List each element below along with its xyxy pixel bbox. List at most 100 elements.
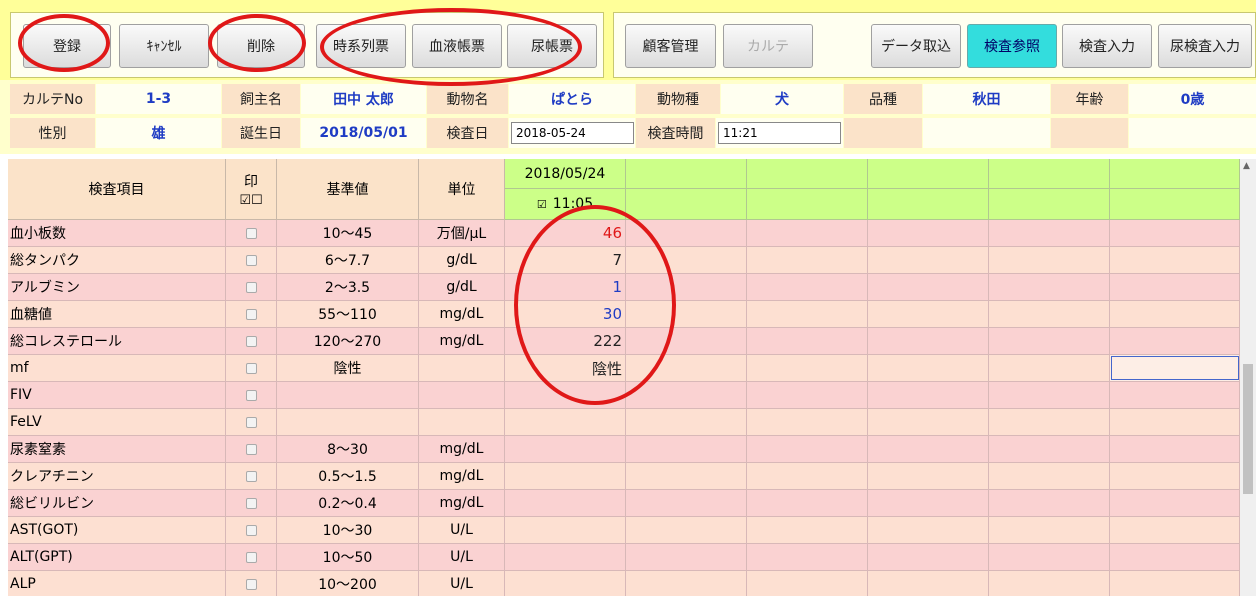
empty-result-cell[interactable]: [626, 355, 747, 381]
empty-result-cell[interactable]: [1110, 544, 1240, 570]
empty-result-cell[interactable]: [1110, 301, 1240, 327]
result-value[interactable]: 7: [505, 247, 626, 273]
empty-result-cell[interactable]: [989, 301, 1110, 327]
empty-result-cell[interactable]: [868, 571, 989, 596]
empty-result-cell[interactable]: [868, 220, 989, 246]
empty-result-cell[interactable]: [626, 409, 747, 435]
print-checkbox[interactable]: [245, 389, 257, 401]
data-import-button[interactable]: データ取込: [871, 24, 961, 68]
urine-report-button[interactable]: 尿帳票: [507, 24, 597, 68]
empty-result-cell[interactable]: [747, 571, 868, 596]
result-value[interactable]: [505, 571, 626, 596]
empty-result-cell[interactable]: [747, 247, 868, 273]
empty-result-cell[interactable]: [626, 301, 747, 327]
empty-result-cell[interactable]: [626, 382, 747, 408]
empty-result-cell[interactable]: [989, 328, 1110, 354]
empty-result-cell[interactable]: [989, 490, 1110, 516]
exam-date-input[interactable]: 2018-05-24: [511, 122, 634, 144]
empty-result-cell[interactable]: [868, 490, 989, 516]
empty-result-cell[interactable]: [989, 274, 1110, 300]
empty-result-cell[interactable]: [626, 436, 747, 462]
cancel-button[interactable]: ｷｬﾝｾﾙ: [119, 24, 209, 68]
result-value[interactable]: [505, 517, 626, 543]
empty-result-cell[interactable]: [1110, 571, 1240, 596]
exam-input-button[interactable]: 検査入力: [1062, 24, 1152, 68]
empty-result-cell[interactable]: [626, 328, 747, 354]
empty-result-cell[interactable]: [1110, 220, 1240, 246]
empty-result-cell[interactable]: [1110, 355, 1240, 381]
empty-result-cell[interactable]: [747, 301, 868, 327]
result-value[interactable]: 陰性: [505, 355, 626, 381]
register-button[interactable]: 登録: [23, 24, 111, 68]
result-value[interactable]: 1: [505, 274, 626, 300]
karte-button[interactable]: カルテ: [723, 24, 813, 68]
empty-result-cell[interactable]: [868, 409, 989, 435]
result-value[interactable]: [505, 490, 626, 516]
empty-result-cell[interactable]: [989, 544, 1110, 570]
empty-result-cell[interactable]: [747, 409, 868, 435]
empty-result-cell[interactable]: [747, 382, 868, 408]
empty-result-cell[interactable]: [1110, 463, 1240, 489]
empty-result-cell[interactable]: [747, 220, 868, 246]
print-checkbox[interactable]: [245, 497, 257, 509]
empty-result-cell[interactable]: [868, 274, 989, 300]
empty-result-cell[interactable]: [868, 355, 989, 381]
empty-result-cell[interactable]: [989, 382, 1110, 408]
print-checkbox[interactable]: [245, 578, 257, 590]
print-checkbox[interactable]: [245, 551, 257, 563]
empty-result-cell[interactable]: [989, 571, 1110, 596]
empty-result-cell[interactable]: [868, 247, 989, 273]
empty-result-cell[interactable]: [626, 220, 747, 246]
empty-result-cell[interactable]: [626, 490, 747, 516]
empty-result-cell[interactable]: [1110, 274, 1240, 300]
date-column-checkbox[interactable]: ☑: [537, 198, 547, 211]
empty-result-cell[interactable]: [747, 544, 868, 570]
result-value[interactable]: [505, 463, 626, 489]
result-value[interactable]: 46: [505, 220, 626, 246]
empty-result-cell[interactable]: [626, 544, 747, 570]
exam-reference-button[interactable]: 検査参照: [967, 24, 1057, 68]
empty-result-cell[interactable]: [626, 571, 747, 596]
uncheck-all-icon[interactable]: ☐: [251, 193, 263, 208]
empty-result-cell[interactable]: [747, 463, 868, 489]
timeseries-report-button[interactable]: 時系列票: [316, 24, 406, 68]
empty-result-cell[interactable]: [868, 436, 989, 462]
scroll-up-icon[interactable]: ▲: [1243, 161, 1250, 171]
empty-result-cell[interactable]: [868, 463, 989, 489]
print-checkbox[interactable]: [245, 362, 257, 374]
empty-result-cell[interactable]: [989, 436, 1110, 462]
empty-result-cell[interactable]: [989, 409, 1110, 435]
empty-result-cell[interactable]: [626, 247, 747, 273]
empty-result-cell[interactable]: [868, 328, 989, 354]
empty-result-cell[interactable]: [747, 274, 868, 300]
empty-result-cell[interactable]: [747, 517, 868, 543]
empty-result-cell[interactable]: [747, 355, 868, 381]
empty-result-cell[interactable]: [1110, 247, 1240, 273]
result-value[interactable]: 30: [505, 301, 626, 327]
print-checkbox[interactable]: [245, 308, 257, 320]
empty-result-cell[interactable]: [1110, 409, 1240, 435]
delete-button[interactable]: 削除: [217, 24, 305, 68]
print-checkbox[interactable]: [245, 470, 257, 482]
urine-exam-input-button[interactable]: 尿検査入力: [1158, 24, 1252, 68]
result-value[interactable]: [505, 382, 626, 408]
empty-result-cell[interactable]: [1110, 436, 1240, 462]
empty-result-cell[interactable]: [989, 517, 1110, 543]
print-checkbox[interactable]: [245, 524, 257, 536]
empty-result-cell[interactable]: [868, 382, 989, 408]
empty-result-cell[interactable]: [989, 220, 1110, 246]
check-all-icon[interactable]: ☑: [239, 193, 251, 208]
print-checkbox[interactable]: [245, 416, 257, 428]
empty-result-cell[interactable]: [747, 328, 868, 354]
empty-result-cell[interactable]: [989, 355, 1110, 381]
print-checkbox[interactable]: [245, 254, 257, 266]
empty-result-cell[interactable]: [1110, 517, 1240, 543]
empty-result-cell[interactable]: [868, 517, 989, 543]
blood-report-button[interactable]: 血液帳票: [412, 24, 502, 68]
scrollbar-thumb[interactable]: [1243, 364, 1253, 494]
empty-result-cell[interactable]: [989, 463, 1110, 489]
empty-result-cell[interactable]: [747, 490, 868, 516]
empty-result-cell[interactable]: [747, 436, 868, 462]
empty-result-cell[interactable]: [989, 247, 1110, 273]
empty-result-cell[interactable]: [626, 517, 747, 543]
